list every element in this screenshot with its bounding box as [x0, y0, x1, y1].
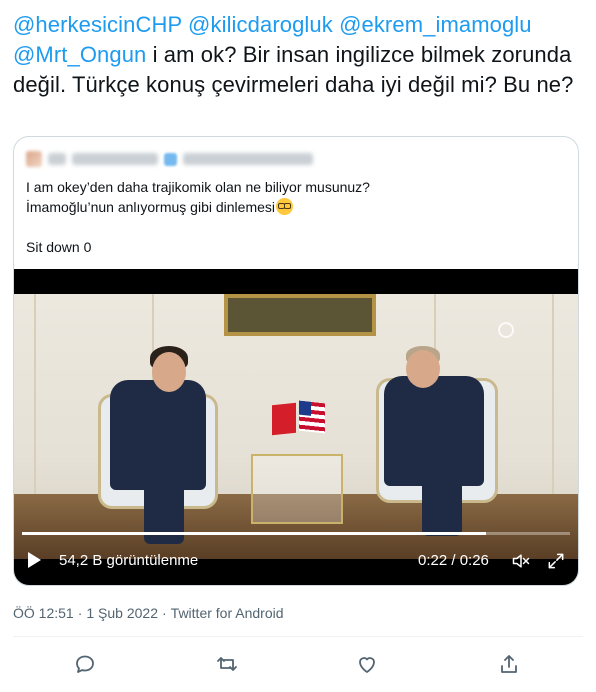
- divider: [13, 636, 583, 637]
- tweet-text: @herkesicinCHP @kilicdarogluk @ekrem_ima…: [13, 10, 583, 100]
- blurred-name-part: [48, 153, 66, 165]
- like-icon[interactable]: [355, 652, 379, 676]
- us-flag-icon: [299, 400, 325, 434]
- watermark-logo-icon: [498, 322, 514, 338]
- video-progress-fill: [22, 532, 486, 535]
- retweet-icon[interactable]: [215, 652, 239, 676]
- fullscreen-icon[interactable]: [545, 551, 567, 571]
- quote-line-1: I am okey’den daha trajikomik olan ne bi…: [26, 179, 370, 195]
- tweet-source[interactable]: Twitter for Android: [171, 605, 284, 621]
- quote-line-2: İmamoğlu’nun anlıyormuş gibi dinlemesi: [26, 199, 276, 215]
- share-icon[interactable]: [497, 652, 521, 676]
- blurred-handle: [183, 153, 313, 165]
- verified-badge-icon: [164, 152, 177, 166]
- mention-herkesicinchp[interactable]: @herkesicinCHP: [13, 12, 182, 37]
- view-count: 54,2 B görüntülenme: [59, 552, 199, 569]
- quote-avatar: [26, 151, 42, 167]
- video-time: 0:22 / 0:26: [418, 552, 489, 569]
- volume-icon[interactable]: [510, 551, 532, 571]
- mention-kilicdarogluk[interactable]: @kilicdarogluk: [188, 12, 333, 37]
- video-frame: [14, 294, 578, 559]
- wall-painting: [224, 294, 376, 336]
- quote-tweet-card[interactable]: I am okey’den daha trajikomik olan ne bi…: [13, 136, 579, 586]
- blurred-name-part: [72, 153, 158, 165]
- person-right-head: [406, 350, 440, 388]
- tweet-date[interactable]: 1 Şub 2022: [86, 605, 158, 621]
- quote-text: I am okey’den daha trajikomik olan ne bi…: [26, 177, 566, 257]
- mention-mrt-ongun[interactable]: @Mrt_Ongun: [13, 42, 146, 67]
- play-icon[interactable]: [28, 552, 41, 568]
- reply-icon[interactable]: [73, 652, 97, 676]
- video-progress-bar[interactable]: [22, 532, 570, 535]
- person-right: [384, 376, 484, 486]
- quote-line-3: Sit down 0: [26, 239, 92, 255]
- tweet-meta: ÖÖ 12:51 · 1 Şub 2022 · Twitter for Android: [13, 604, 284, 622]
- tweet-actions: [0, 646, 596, 682]
- video-controls: 54,2 B görüntülenme 0:22 / 0:26: [14, 543, 578, 579]
- quote-author-blurred: [26, 149, 313, 169]
- nerd-face-icon: [276, 198, 294, 215]
- quote-line-2-wrap: İmamoğlu’nun anlıyormuş gibi dinlemesi: [26, 197, 566, 217]
- turkish-flag-icon: [272, 402, 296, 436]
- mention-ekrem-imamoglu[interactable]: @ekrem_imamoglu: [339, 12, 532, 37]
- meta-separator: ·: [77, 605, 83, 621]
- quote-blank-line: [26, 217, 566, 237]
- video-player[interactable]: 54,2 B görüntülenme 0:22 / 0:26: [14, 269, 578, 585]
- person-left-head: [152, 352, 186, 392]
- person-right-legs: [422, 474, 462, 536]
- meta-separator: ·: [162, 605, 167, 621]
- glass-table: [251, 454, 343, 524]
- tweet-time[interactable]: ÖÖ 12:51: [13, 605, 74, 621]
